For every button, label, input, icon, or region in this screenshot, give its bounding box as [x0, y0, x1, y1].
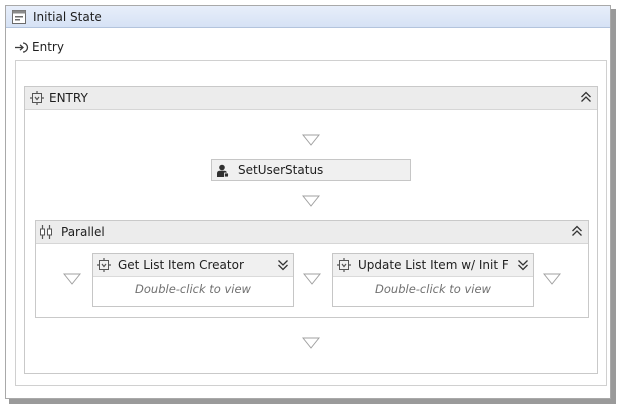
- entry-label: Entry: [32, 40, 64, 54]
- branch-title: Update List Item w/ Init For: [358, 258, 508, 272]
- state-header[interactable]: Initial State: [6, 6, 610, 28]
- state-title: Initial State: [33, 10, 102, 24]
- drop-target-arrow-icon[interactable]: [543, 273, 561, 285]
- entry-sequence[interactable]: ENTRY SetUserStatus Parallel Get List It…: [24, 86, 598, 374]
- entry-sequence-title: ENTRY: [49, 91, 88, 105]
- frame-shadow-bottom: [9, 399, 616, 404]
- sequence-icon: [30, 91, 44, 105]
- branch-header[interactable]: Get List Item Creator: [93, 254, 293, 277]
- entry-container: ENTRY SetUserStatus Parallel Get List It…: [15, 60, 607, 386]
- drop-target-arrow-icon[interactable]: [302, 195, 320, 207]
- drop-target-arrow-icon[interactable]: [302, 337, 320, 349]
- state-window-icon: [12, 10, 26, 24]
- user-activity-icon: [217, 164, 229, 177]
- sequence-icon: [97, 258, 111, 272]
- entry-arrow-icon: [15, 42, 29, 53]
- branch-title: Get List Item Creator: [118, 258, 244, 272]
- parallel-activity[interactable]: Parallel Get List Item Creator Double-cl…: [35, 220, 589, 318]
- drop-target-arrow-icon[interactable]: [303, 273, 321, 285]
- branch-hint: Double-click to view: [135, 282, 251, 296]
- set-user-status-label: SetUserStatus: [238, 163, 324, 177]
- collapse-up-icon[interactable]: [571, 225, 583, 237]
- branch-header[interactable]: Update List Item w/ Init For: [333, 254, 533, 277]
- drop-target-arrow-icon[interactable]: [302, 134, 320, 146]
- parallel-title: Parallel: [61, 225, 105, 239]
- entry-sequence-header[interactable]: ENTRY: [25, 87, 597, 110]
- collapse-up-icon[interactable]: [580, 91, 592, 103]
- parallel-icon: [40, 225, 52, 239]
- branch-update-list-item[interactable]: Update List Item w/ Init For Double-clic…: [332, 253, 534, 307]
- branch-hint: Double-click to view: [375, 282, 491, 296]
- parallel-header[interactable]: Parallel: [36, 221, 588, 244]
- set-user-status-activity[interactable]: SetUserStatus: [211, 159, 411, 181]
- state-frame[interactable]: Initial State Entry ENTRY SetUserStatus …: [5, 5, 611, 399]
- expand-down-icon[interactable]: [277, 259, 289, 271]
- frame-shadow-right: [611, 9, 616, 403]
- branch-get-list-item-creator[interactable]: Get List Item Creator Double-click to vi…: [92, 253, 294, 307]
- drop-target-arrow-icon[interactable]: [63, 273, 81, 285]
- sequence-icon: [337, 258, 351, 272]
- expand-down-icon[interactable]: [517, 259, 529, 271]
